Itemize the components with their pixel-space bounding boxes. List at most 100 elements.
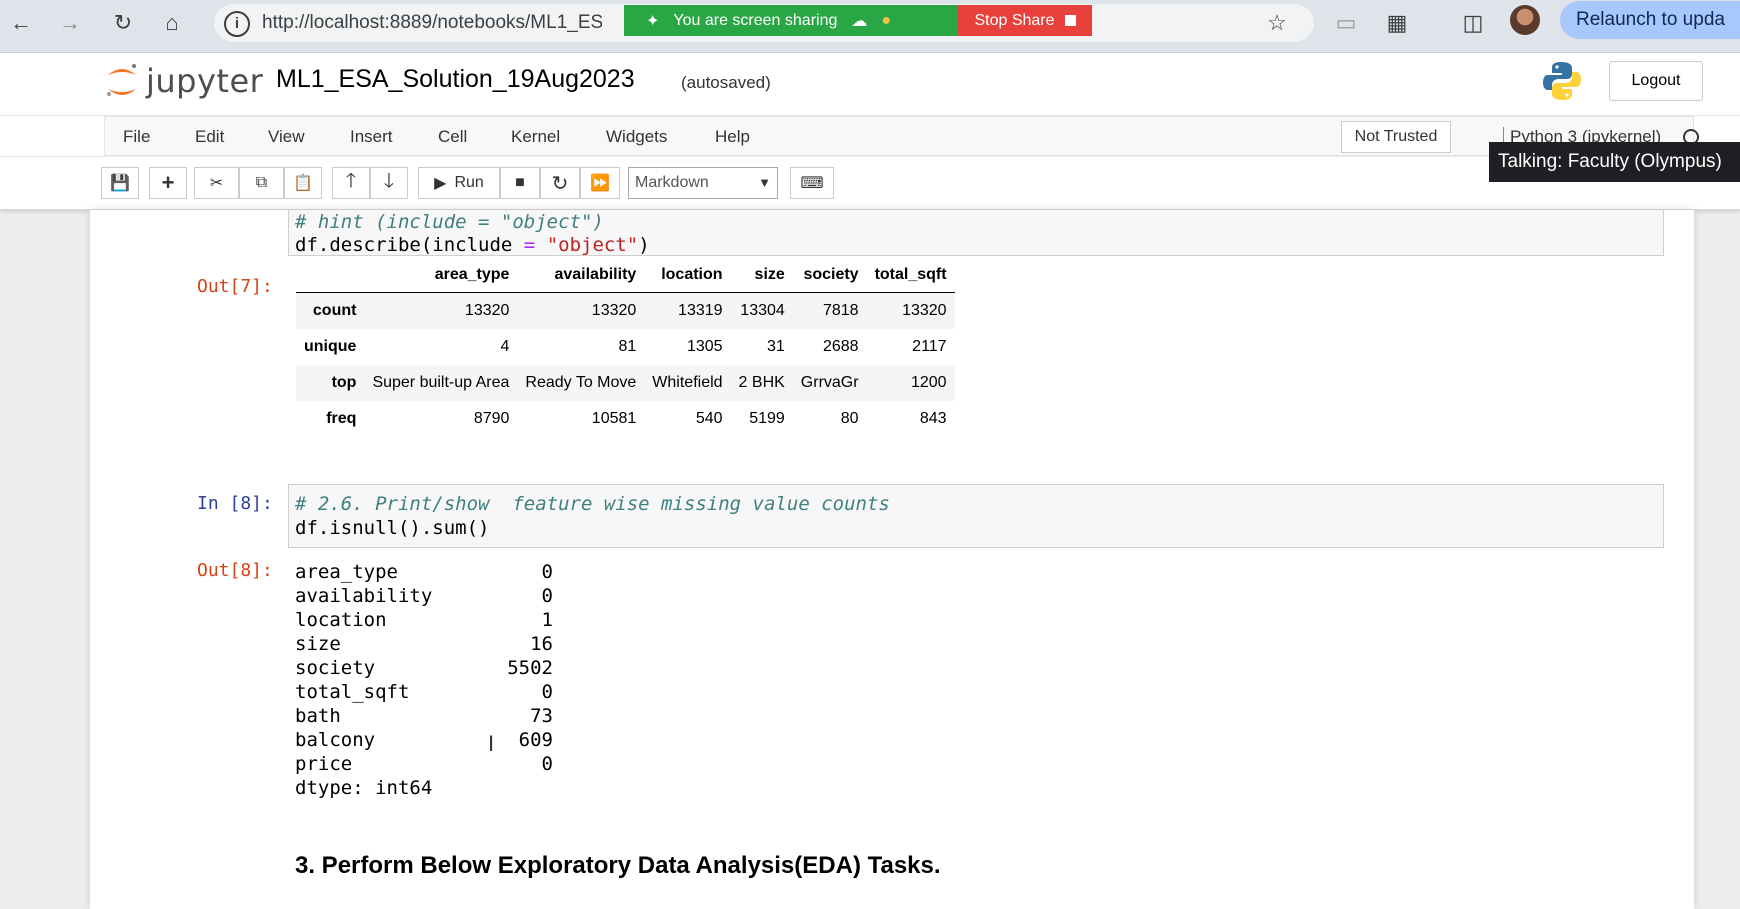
series-name: availability xyxy=(295,585,433,607)
forward-icon[interactable]: → xyxy=(55,8,85,38)
table-cell: 2117 xyxy=(912,338,947,355)
trust-button[interactable]: Not Trusted xyxy=(1341,121,1451,153)
markdown-heading[interactable]: 3. Perform Below Exploratory Data Analys… xyxy=(295,852,941,880)
home-icon[interactable]: ⌂ xyxy=(157,8,187,38)
menu-help[interactable]: Help xyxy=(715,127,750,147)
browser-toolbar: ← → ↻ ⌂ i http://localhost:8889/notebook… xyxy=(0,0,1740,53)
table-cell: Super built-up Area xyxy=(372,374,510,391)
table-cell: 13304 xyxy=(740,302,785,319)
python-logo-icon xyxy=(1543,62,1581,100)
copy-icon[interactable]: ⧉ xyxy=(239,167,284,199)
column-header: area_type xyxy=(364,258,518,293)
back-icon[interactable]: ← xyxy=(6,8,36,38)
table-cell: GrrvaGr xyxy=(800,374,859,391)
series-name: area_type xyxy=(295,561,398,583)
code-cell-7-input[interactable]: # hint (include = "object") df.describe(… xyxy=(288,210,1664,256)
cut-icon[interactable]: ✂ xyxy=(194,167,239,199)
notebook-toolbar: 💾 + ✂ ⧉ 📋 🡑 🡓 ▶ Run ■ ↻ ⏩ Markdown ▼ ⌨ xyxy=(0,157,1740,210)
reload-icon[interactable]: ↻ xyxy=(108,8,138,38)
relaunch-button[interactable]: Relaunch to upda xyxy=(1560,1,1740,39)
stop-share-button[interactable]: Stop Share xyxy=(958,5,1092,36)
cell-type-select[interactable]: Markdown ▼ xyxy=(628,167,778,199)
column-header: availability xyxy=(517,258,645,293)
table-row: count 13320 13320 13319 13304 7818 13320 xyxy=(296,292,955,329)
autosave-status: (autosaved) xyxy=(681,73,771,92)
series-value: 0 xyxy=(541,681,553,703)
table-cell: 843 xyxy=(919,410,947,427)
code-line: # hint (include = "object") xyxy=(295,211,604,233)
table-cell: 1305 xyxy=(686,338,723,355)
table-cell: 31 xyxy=(767,338,785,355)
series-value: 16 xyxy=(530,633,553,655)
table-cell: 13320 xyxy=(902,302,947,319)
menu-file[interactable]: File xyxy=(123,127,150,147)
table-index-header xyxy=(296,258,365,293)
move-down-icon[interactable]: 🡓 xyxy=(370,167,408,199)
notebook-title[interactable]: ML1_ESA_Solution_19Aug2023 xyxy=(276,65,635,94)
out-prompt: Out[7]: xyxy=(197,276,273,297)
paste-icon[interactable]: 📋 xyxy=(284,167,322,199)
series-value: 609 xyxy=(518,729,553,751)
restart-icon[interactable]: ↻ xyxy=(540,167,580,199)
table-cell: 13319 xyxy=(678,302,723,319)
site-info-icon[interactable]: i xyxy=(224,11,250,37)
bookmark-star-icon[interactable]: ☆ xyxy=(1262,8,1292,38)
fast-forward-icon[interactable]: ⏩ xyxy=(580,167,620,199)
cell-type-value: Markdown xyxy=(635,174,709,191)
series-name: price xyxy=(295,753,353,775)
text-cursor-icon: I xyxy=(488,731,495,756)
menu-widgets[interactable]: Widgets xyxy=(606,127,667,147)
side-panel-icon[interactable]: ◫ xyxy=(1458,8,1488,38)
table-cell: 13320 xyxy=(591,302,637,319)
menu-cell[interactable]: Cell xyxy=(438,127,467,147)
out-prompt: Out[8]: xyxy=(197,560,273,581)
series-value: 0 xyxy=(541,753,553,775)
table-cell: 13320 xyxy=(464,302,510,319)
menu-edit[interactable]: Edit xyxy=(195,127,224,147)
series-dtype: dtype: int64 xyxy=(295,777,433,799)
table-cell: 5199 xyxy=(749,410,785,427)
table-cell: 8790 xyxy=(473,410,510,427)
profile-avatar[interactable] xyxy=(1510,5,1540,35)
menu-kernel[interactable]: Kernel xyxy=(511,127,560,147)
column-header: society xyxy=(792,258,867,293)
series-value: 1 xyxy=(541,609,553,631)
table-row: top Super built-up Area Ready To Move Wh… xyxy=(296,365,955,401)
jupyter-logo-icon xyxy=(107,64,136,96)
code-line: df.isnull().sum() xyxy=(295,517,490,539)
series-name: society xyxy=(295,657,376,679)
insert-cell-icon[interactable]: + xyxy=(149,167,187,199)
jupyter-header: jupyter ML1_ESA_Solution_19Aug2023 (auto… xyxy=(0,53,1740,116)
run-button[interactable]: ▶ Run xyxy=(418,167,500,199)
series-name: location xyxy=(295,609,387,631)
series-value: 5502 xyxy=(507,657,553,679)
menu-insert[interactable]: Insert xyxy=(350,127,393,147)
series-value: 0 xyxy=(541,585,553,607)
code-cell-8-input[interactable]: # 2.6. Print/show feature wise missing v… xyxy=(288,484,1664,548)
menu-view[interactable]: View xyxy=(268,127,305,147)
save-icon[interactable]: 💾 xyxy=(101,167,139,199)
move-up-icon[interactable]: 🡑 xyxy=(332,167,370,199)
column-header: size xyxy=(730,258,793,293)
jupyter-wordmark: jupyter xyxy=(146,62,264,100)
interrupt-icon[interactable]: ■ xyxy=(500,167,540,199)
extensions-icon[interactable]: ▦ xyxy=(1382,8,1412,38)
table-cell: Ready To Move xyxy=(525,374,637,391)
table-cell: 80 xyxy=(840,410,859,427)
table-cell: 1200 xyxy=(910,374,947,391)
series-name: balcony xyxy=(295,729,376,751)
screen-share-text: You are screen sharing xyxy=(673,11,838,29)
row-label: top xyxy=(331,374,357,391)
keyboard-icon[interactable]: ⌨ xyxy=(790,167,834,199)
table-row: freq 8790 10581 540 5199 80 843 xyxy=(296,401,955,437)
table-cell: 2688 xyxy=(822,338,859,355)
jupyter-logo[interactable]: jupyter xyxy=(104,61,263,101)
table-cell: 540 xyxy=(695,410,723,427)
notebook-container: # hint (include = "object") df.describe(… xyxy=(90,210,1694,909)
logout-button[interactable]: Logout xyxy=(1609,61,1703,101)
play-icon: ▶ xyxy=(434,175,447,192)
series-name: total_sqft xyxy=(295,681,410,703)
url-text[interactable]: http://localhost:8889/notebooks/ML1_ES xyxy=(262,12,602,34)
cast-icon[interactable]: ▭ xyxy=(1331,8,1361,38)
row-label: unique xyxy=(304,338,357,355)
